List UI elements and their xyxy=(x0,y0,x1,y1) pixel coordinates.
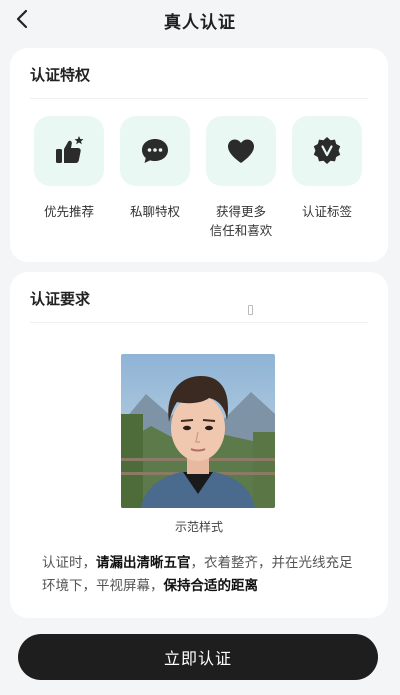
req-text-highlight: 请漏出清晰五官 xyxy=(96,555,191,571)
privilege-icon-box xyxy=(206,116,276,186)
privilege-item-chat[interactable]: 私聊特权 xyxy=(112,116,198,221)
privilege-label: 优先推荐 xyxy=(43,204,94,219)
chat-bubble-icon xyxy=(142,139,168,163)
placeholder-glyph xyxy=(248,305,253,315)
requirement-card: 认证要求 示范样式 认证时，请漏出清晰五官，衣着整齐，并在光线充足环境下，平视屏… xyxy=(10,272,388,618)
privilege-icon-box xyxy=(120,116,190,186)
req-text-highlight: 保持合适的距离 xyxy=(163,578,259,594)
verify-now-button[interactable]: 立即认证 xyxy=(18,634,378,680)
thumbs-up-star-icon xyxy=(56,136,84,163)
privilege-item-badge[interactable]: 认证标签 xyxy=(284,116,370,221)
verification-page: 真人认证 认证特权 优先推荐 私聊特权 获得更多 信任和喜欢 认证标签 认证要求… xyxy=(0,0,400,695)
privilege-label: 获得更多 信任和喜欢 xyxy=(209,204,273,238)
requirement-card-title: 认证要求 xyxy=(30,290,91,308)
privilege-card-title: 认证特权 xyxy=(30,66,91,84)
privilege-label: 私聊特权 xyxy=(129,204,180,219)
heart-icon xyxy=(228,139,254,163)
divider xyxy=(30,322,368,323)
req-text-part: 认证时， xyxy=(42,555,96,571)
sample-portrait-photo xyxy=(121,354,275,508)
sample-caption: 示范样式 xyxy=(174,520,223,534)
header-bar: 真人认证 xyxy=(0,0,400,40)
divider xyxy=(30,98,368,99)
privilege-card: 认证特权 优先推荐 私聊特权 获得更多 信任和喜欢 认证标签 xyxy=(10,48,388,262)
requirement-description: 认证时，请漏出清晰五官，衣着整齐，并在光线充足环境下，平视屏幕，保持合适的距离 xyxy=(42,552,360,598)
privilege-item-priority[interactable]: 优先推荐 xyxy=(26,116,112,221)
page-title: 真人认证 xyxy=(164,13,236,33)
v-badge-icon xyxy=(313,137,341,164)
portrait-illustration xyxy=(121,354,275,508)
privilege-item-trust[interactable]: 获得更多 信任和喜欢 xyxy=(198,116,284,240)
privilege-list: 优先推荐 私聊特权 获得更多 信任和喜欢 认证标签 xyxy=(10,116,388,246)
privilege-icon-box xyxy=(34,116,104,186)
privilege-icon-box xyxy=(292,116,362,186)
privilege-label: 认证标签 xyxy=(301,204,352,219)
